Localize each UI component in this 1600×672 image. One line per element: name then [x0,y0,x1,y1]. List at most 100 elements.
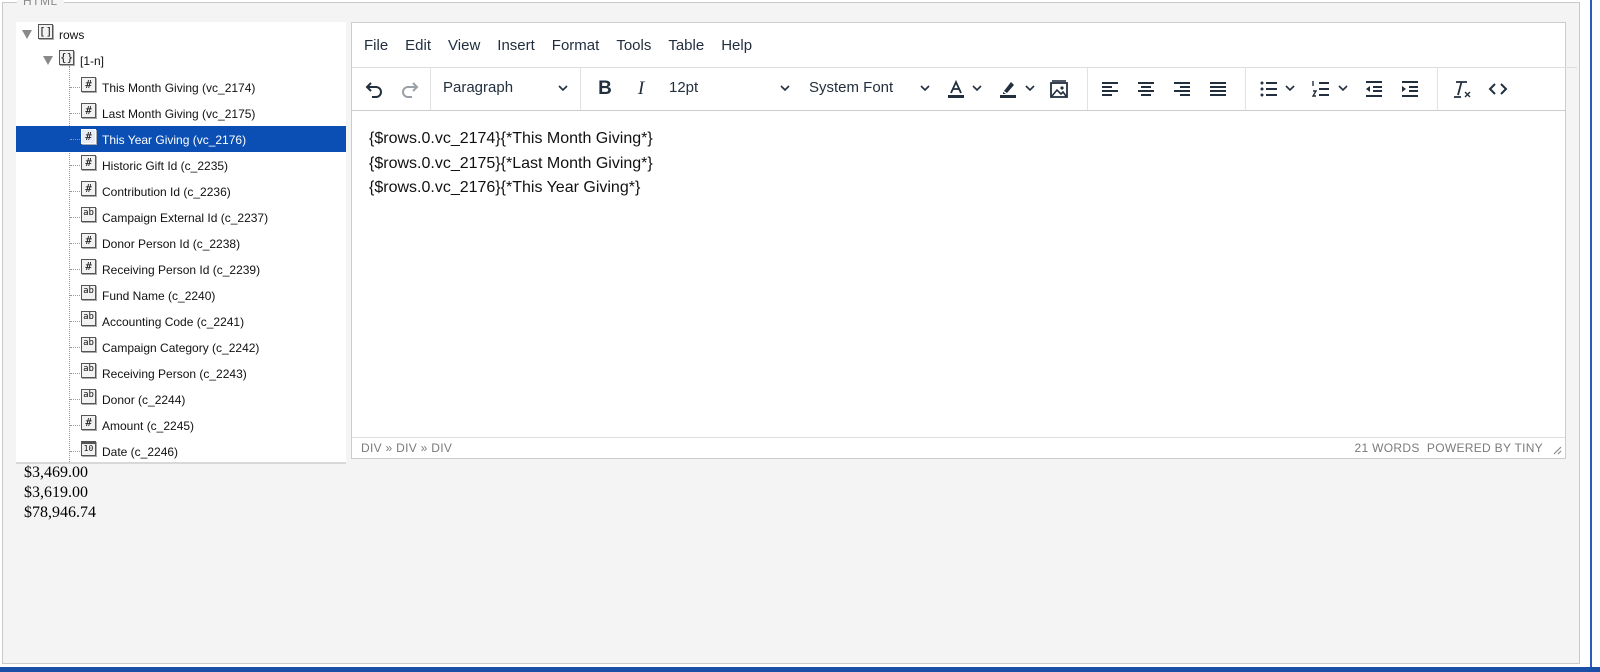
clear-formatting-icon[interactable] [1448,74,1476,104]
tree-item[interactable]: ab Campaign Category (c_2242) [16,334,346,360]
text-type-icon: ab [81,285,96,300]
wordcount-status: 21 WORDS POWERED BY TINY [1355,441,1543,455]
number-type-icon: # [81,259,96,274]
tree-guide-branch [70,165,80,166]
tree-item-label: Receiving Person Id (c_2239) [102,263,261,277]
tree-item-label: Date (c_2246) [102,445,179,459]
menu-insert[interactable]: Insert [497,37,535,54]
formatting-group: B I 12pt System Font [581,68,1088,110]
outdent-icon[interactable] [1360,74,1388,104]
preview-line: $3,619.00 [24,484,88,501]
tree-item-label: Historic Gift Id (c_2235) [102,159,229,173]
number-type-icon: # [81,181,96,196]
tree-item-label: Accounting Code (c_2241) [102,315,245,329]
tree-guide-branch [70,347,80,348]
chevron-down-icon[interactable] [1024,82,1036,94]
font-size-dropdown[interactable]: 12pt [659,68,799,110]
block-format-dropdown[interactable]: Paragraph [431,68,581,110]
tree-item-label: Receiving Person (c_2243) [102,367,247,381]
field-tree[interactable]: [] rows {} [1-n] # This Month Giving (vc_… [16,22,346,464]
tree-root-row[interactable]: [] rows [16,22,346,48]
tree-item[interactable]: 10 Date (c_2246) [16,438,346,462]
chevron-down-icon[interactable] [1337,82,1349,94]
number-type-icon: # [81,233,96,248]
tree-item-label: Fund Name (c_2240) [102,289,216,303]
window-edge [1590,0,1592,672]
tree-item[interactable]: # This Month Giving (vc_2174) [16,74,346,100]
tree-item-label: This Month Giving (vc_2174) [102,81,256,95]
tree-item[interactable]: # Historic Gift Id (c_2235) [16,152,346,178]
window-bottom-bar [0,667,1600,672]
source-code-icon[interactable] [1484,74,1512,104]
tree-guide-branch [70,113,80,114]
justify-icon[interactable] [1204,74,1232,104]
tree-guide-branch [70,191,80,192]
collapse-icon[interactable] [22,30,32,39]
chevron-down-icon[interactable] [1284,82,1296,94]
menu-edit[interactable]: Edit [405,37,431,54]
tree-item[interactable]: # Last Month Giving (vc_2175) [16,100,346,126]
number-type-icon: # [81,155,96,170]
bold-icon[interactable]: B [591,74,619,104]
tree-item[interactable]: ab Accounting Code (c_2241) [16,308,346,334]
tree-item[interactable]: ab Campaign External Id (c_2237) [16,204,346,230]
number-type-icon: # [81,103,96,118]
align-right-icon[interactable] [1168,74,1196,104]
highlight-icon[interactable] [995,74,1021,104]
editor-content[interactable]: {$rows.0.vc_2174}{*This Month Giving*} {… [369,127,653,201]
resize-handle-icon[interactable] [1552,445,1562,455]
menu-tools[interactable]: Tools [616,37,651,54]
list-group [1246,68,1438,110]
text-color-icon[interactable] [943,74,969,104]
text-type-icon: ab [81,337,96,352]
redo-icon[interactable] [396,74,424,104]
tree-item[interactable]: # Receiving Person Id (c_2239) [16,256,346,282]
number-type-icon: # [81,129,96,144]
tree-group-row[interactable]: {} [1-n] [16,48,346,74]
powered-by-tiny[interactable]: POWERED BY TINY [1427,441,1543,455]
element-path[interactable]: DIV » DIV » DIV [361,441,452,455]
object-icon: {} [59,50,74,65]
indent-icon[interactable] [1396,74,1424,104]
block-format-label: Paragraph [443,79,514,96]
align-center-icon[interactable] [1132,74,1160,104]
menu-table[interactable]: Table [668,37,704,54]
tree-item[interactable]: ab Fund Name (c_2240) [16,282,346,308]
content-line[interactable]: {$rows.0.vc_2176}{*This Year Giving*} [369,176,653,201]
tree-item[interactable]: ab Donor (c_2244) [16,386,346,412]
font-family-dropdown[interactable]: System Font [799,68,939,110]
numbered-list-icon[interactable] [1308,74,1334,104]
statusbar: DIV » DIV » DIV 21 WORDS POWERED BY TINY [352,437,1565,458]
tree-guide-branch [70,399,80,400]
tree-item[interactable]: ab Receiving Person (c_2243) [16,360,346,386]
text-type-icon: ab [81,363,96,378]
misc-group [1438,68,1530,110]
word-count[interactable]: 21 WORDS [1355,441,1420,455]
tree-item[interactable]: # Amount (c_2245) [16,412,346,438]
history-group [352,68,431,110]
menu-format[interactable]: Format [552,37,600,54]
bullet-list-icon[interactable] [1256,74,1282,104]
array-icon: [] [38,24,53,39]
italic-icon[interactable]: I [627,74,655,104]
tree-guide-branch [70,243,80,244]
menu-file[interactable]: File [364,37,388,54]
content-line[interactable]: {$rows.0.vc_2175}{*Last Month Giving*} [369,152,653,177]
tree-guide-branch [70,321,80,322]
tree-item[interactable]: # This Year Giving (vc_2176) [16,126,346,152]
content-line[interactable]: {$rows.0.vc_2174}{*This Month Giving*} [369,127,653,152]
menu-view[interactable]: View [448,37,480,54]
tree-guide-branch [70,295,80,296]
image-icon[interactable] [1045,74,1073,104]
chevron-down-icon[interactable] [971,82,983,94]
collapse-icon[interactable] [43,56,53,65]
undo-icon[interactable] [360,74,388,104]
tree-item-label: Campaign External Id (c_2237) [102,211,269,225]
menu-help[interactable]: Help [721,37,752,54]
date-type-icon: 10 [81,441,96,456]
tree-item[interactable]: # Contribution Id (c_2236) [16,178,346,204]
align-left-icon[interactable] [1096,74,1124,104]
tree-item[interactable]: # Donor Person Id (c_2238) [16,230,346,256]
tree-item-label: Last Month Giving (vc_2175) [102,107,256,121]
number-type-icon: # [81,77,96,92]
